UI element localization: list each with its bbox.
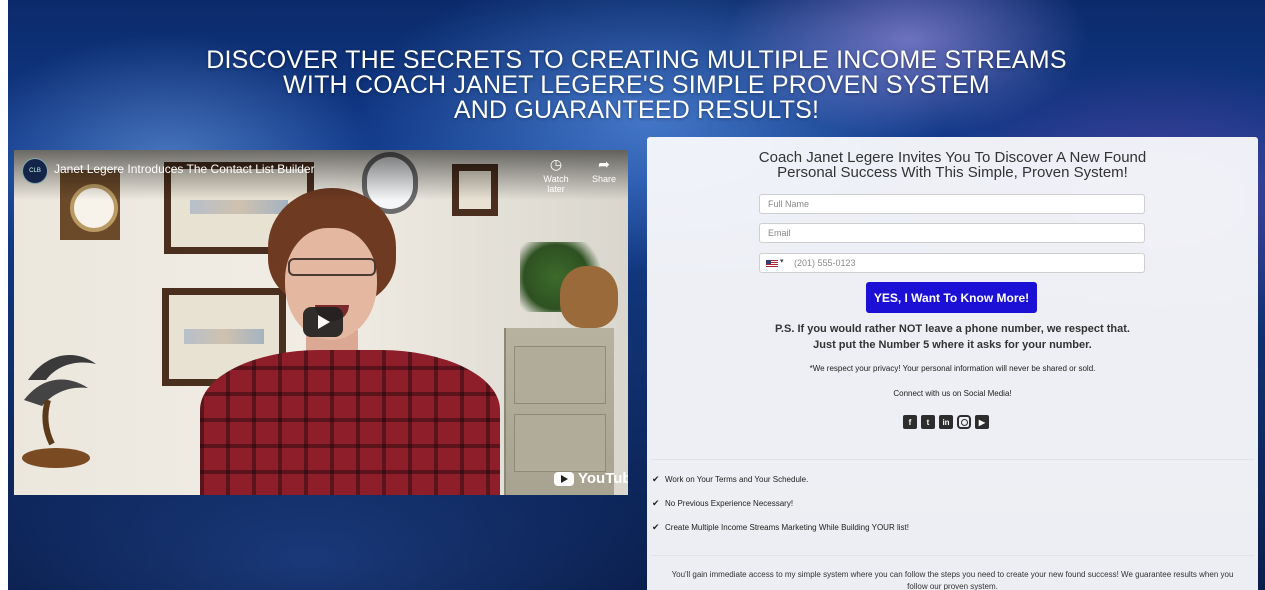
- ps-line-2: Just put the Number 5 where it asks for …: [813, 339, 1092, 351]
- video-title[interactable]: Janet Legere Introduces The Contact List…: [54, 162, 315, 176]
- benefit-text: Create Multiple Income Streams Marketing…: [665, 523, 909, 532]
- checkmark-icon: ✔: [652, 498, 660, 508]
- benefit-item: ✔ Work on Your Terms and Your Schedule.: [652, 474, 808, 485]
- share-button[interactable]: ➦ Share: [582, 156, 626, 184]
- instagram-icon[interactable]: [957, 415, 971, 429]
- facebook-icon[interactable]: f: [903, 415, 917, 429]
- checkmark-icon: ✔: [652, 474, 660, 484]
- social-links: f t in ▶: [903, 415, 989, 429]
- connect-social-label: Connect with us on Social Media!: [893, 389, 1012, 398]
- form-heading-line-2: Personal Success With This Simple, Prove…: [777, 164, 1128, 181]
- phone-field: ▾: [759, 253, 1145, 273]
- dolphin-sculpture: [22, 354, 96, 468]
- channel-avatar[interactable]: CLB: [22, 158, 48, 184]
- benefit-item: ✔ Create Multiple Income Streams Marketin…: [652, 522, 909, 533]
- presenter-glasses: [288, 258, 376, 276]
- presenter-shirt: [200, 350, 500, 495]
- phone-input[interactable]: [790, 254, 1130, 272]
- youtube-logo-link[interactable]: YouTube: [554, 470, 628, 487]
- headline-line-2: WITH COACH JANET LEGERE'S SIMPLE PROVEN …: [283, 71, 990, 99]
- benefit-text: No Previous Experience Necessary!: [665, 499, 794, 508]
- watch-later-button[interactable]: ◷ Watch later: [534, 156, 578, 194]
- signup-panel: Coach Janet Legere Invites You To Discov…: [647, 137, 1258, 590]
- clock-icon: ◷: [549, 156, 563, 172]
- youtube-icon[interactable]: ▶: [975, 415, 989, 429]
- benefit-item: ✔ No Previous Experience Necessary!: [652, 498, 793, 509]
- us-flag-icon[interactable]: [766, 260, 778, 268]
- youtube-icon: [554, 471, 574, 486]
- share-icon: ➦: [598, 156, 610, 172]
- watch-later-label: Watch later: [543, 174, 569, 194]
- benefit-text: Work on Your Terms and Your Schedule.: [665, 475, 809, 484]
- divider: [651, 459, 1254, 460]
- youtube-label: YouTube: [578, 470, 628, 487]
- email-input[interactable]: [759, 223, 1145, 243]
- footer-line-1: You'll gain immediate access to my simpl…: [671, 570, 1234, 579]
- youtube-video-player[interactable]: CLB Janet Legere Introduces The Contact …: [14, 150, 628, 495]
- play-button[interactable]: [303, 307, 343, 337]
- checkmark-icon: ✔: [652, 522, 660, 532]
- teddy-bear-decor: [560, 266, 618, 328]
- linkedin-icon[interactable]: in: [939, 415, 953, 429]
- divider: [651, 555, 1254, 556]
- full-name-input[interactable]: [759, 194, 1145, 214]
- chevron-down-icon[interactable]: ▾: [780, 257, 784, 265]
- headline-line-3: AND GUARANTEED RESULTS!: [453, 96, 820, 124]
- privacy-note: *We respect your privacy! Your personal …: [809, 364, 1096, 373]
- ps-note: P.S. If you would rather NOT leave a pho…: [647, 321, 1258, 353]
- page-headline: DISCOVER THE SECRETS TO CREATING MULTIPL…: [8, 48, 1265, 123]
- ps-line-1: P.S. If you would rather NOT leave a pho…: [775, 323, 1130, 335]
- headline-line-1: DISCOVER THE SECRETS TO CREATING MULTIPL…: [206, 46, 1067, 74]
- footer-line-2: follow our proven system.: [907, 582, 998, 590]
- form-heading-line-1: Coach Janet Legere Invites You To Discov…: [758, 149, 1147, 166]
- submit-button[interactable]: YES, I Want To Know More!: [866, 282, 1037, 313]
- form-heading: Coach Janet Legere Invites You To Discov…: [647, 150, 1258, 180]
- share-label: Share: [591, 174, 617, 184]
- twitter-icon[interactable]: t: [921, 415, 935, 429]
- channel-avatar-label: CLB: [29, 168, 41, 174]
- footer-description: You'll gain immediate access to my simpl…: [647, 569, 1258, 590]
